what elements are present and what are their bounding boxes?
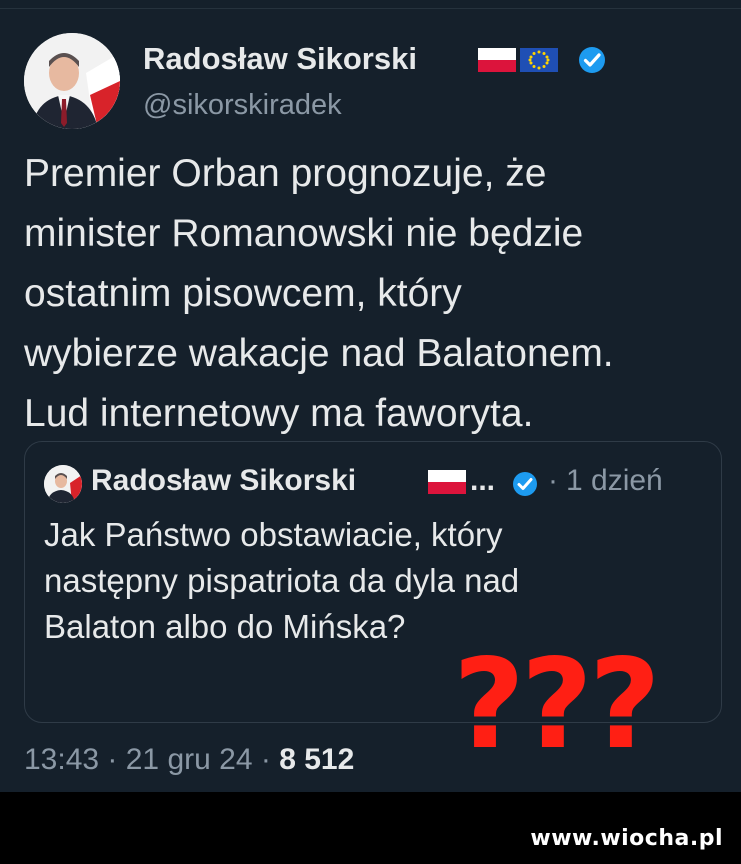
quoted-timestamp[interactable]: 1 dzień <box>566 464 663 498</box>
tweet-text: Premier Orban prognozuje, że minister Ro… <box>24 144 724 444</box>
top-divider <box>0 8 741 9</box>
quoted-line: następny pispatriota da dyla nad <box>44 562 520 599</box>
poland-flag-icon <box>478 48 516 72</box>
tweet-meta: 13:43 · 21 gru 24 · 8 512 <box>24 743 354 777</box>
verified-badge-icon <box>512 471 538 502</box>
tweet-date[interactable]: 21 gru 24 <box>126 743 253 776</box>
tweet-card: Radosław Sikorski @sikorskiradek Premier… <box>0 0 741 792</box>
meta-separator: · <box>252 743 280 776</box>
author-handle[interactable]: @sikorskiradek <box>143 89 342 122</box>
view-count[interactable]: 8 512 <box>279 743 354 776</box>
author-avatar[interactable] <box>24 33 120 129</box>
meta-separator: · <box>99 743 126 776</box>
author-badges <box>478 45 610 80</box>
author-name[interactable]: Radosław Sikorski <box>143 41 417 77</box>
tweet-line: wybierze wakacje nad Balatonem. <box>24 332 614 375</box>
tweet-line: ostatnim pisowcem, który <box>24 272 462 315</box>
quoted-name-ellipsis: ... <box>470 464 496 497</box>
tweet-time[interactable]: 13:43 <box>24 743 99 776</box>
verified-badge-icon <box>579 47 605 73</box>
question-marks-overlay: ??? <box>453 633 661 777</box>
tweet-line: Premier Orban prognozuje, że <box>24 152 547 195</box>
tweet-line: minister Romanowski nie będzie <box>24 212 584 255</box>
quoted-line: Jak Państwo obstawiacie, który <box>44 516 503 553</box>
quoted-tweet-text: Jak Państwo obstawiacie, który następny … <box>44 512 684 650</box>
tweet-line: Lud internetowy ma faworyta. <box>24 392 534 435</box>
quoted-separator: · <box>548 464 558 497</box>
quoted-author-avatar <box>44 465 82 503</box>
site-watermark: www.wiocha.pl <box>530 826 723 851</box>
quoted-author-name[interactable]: Radosław Sikorski <box>91 464 356 498</box>
eu-flag-icon <box>520 48 558 72</box>
poland-flag-icon <box>428 470 466 499</box>
